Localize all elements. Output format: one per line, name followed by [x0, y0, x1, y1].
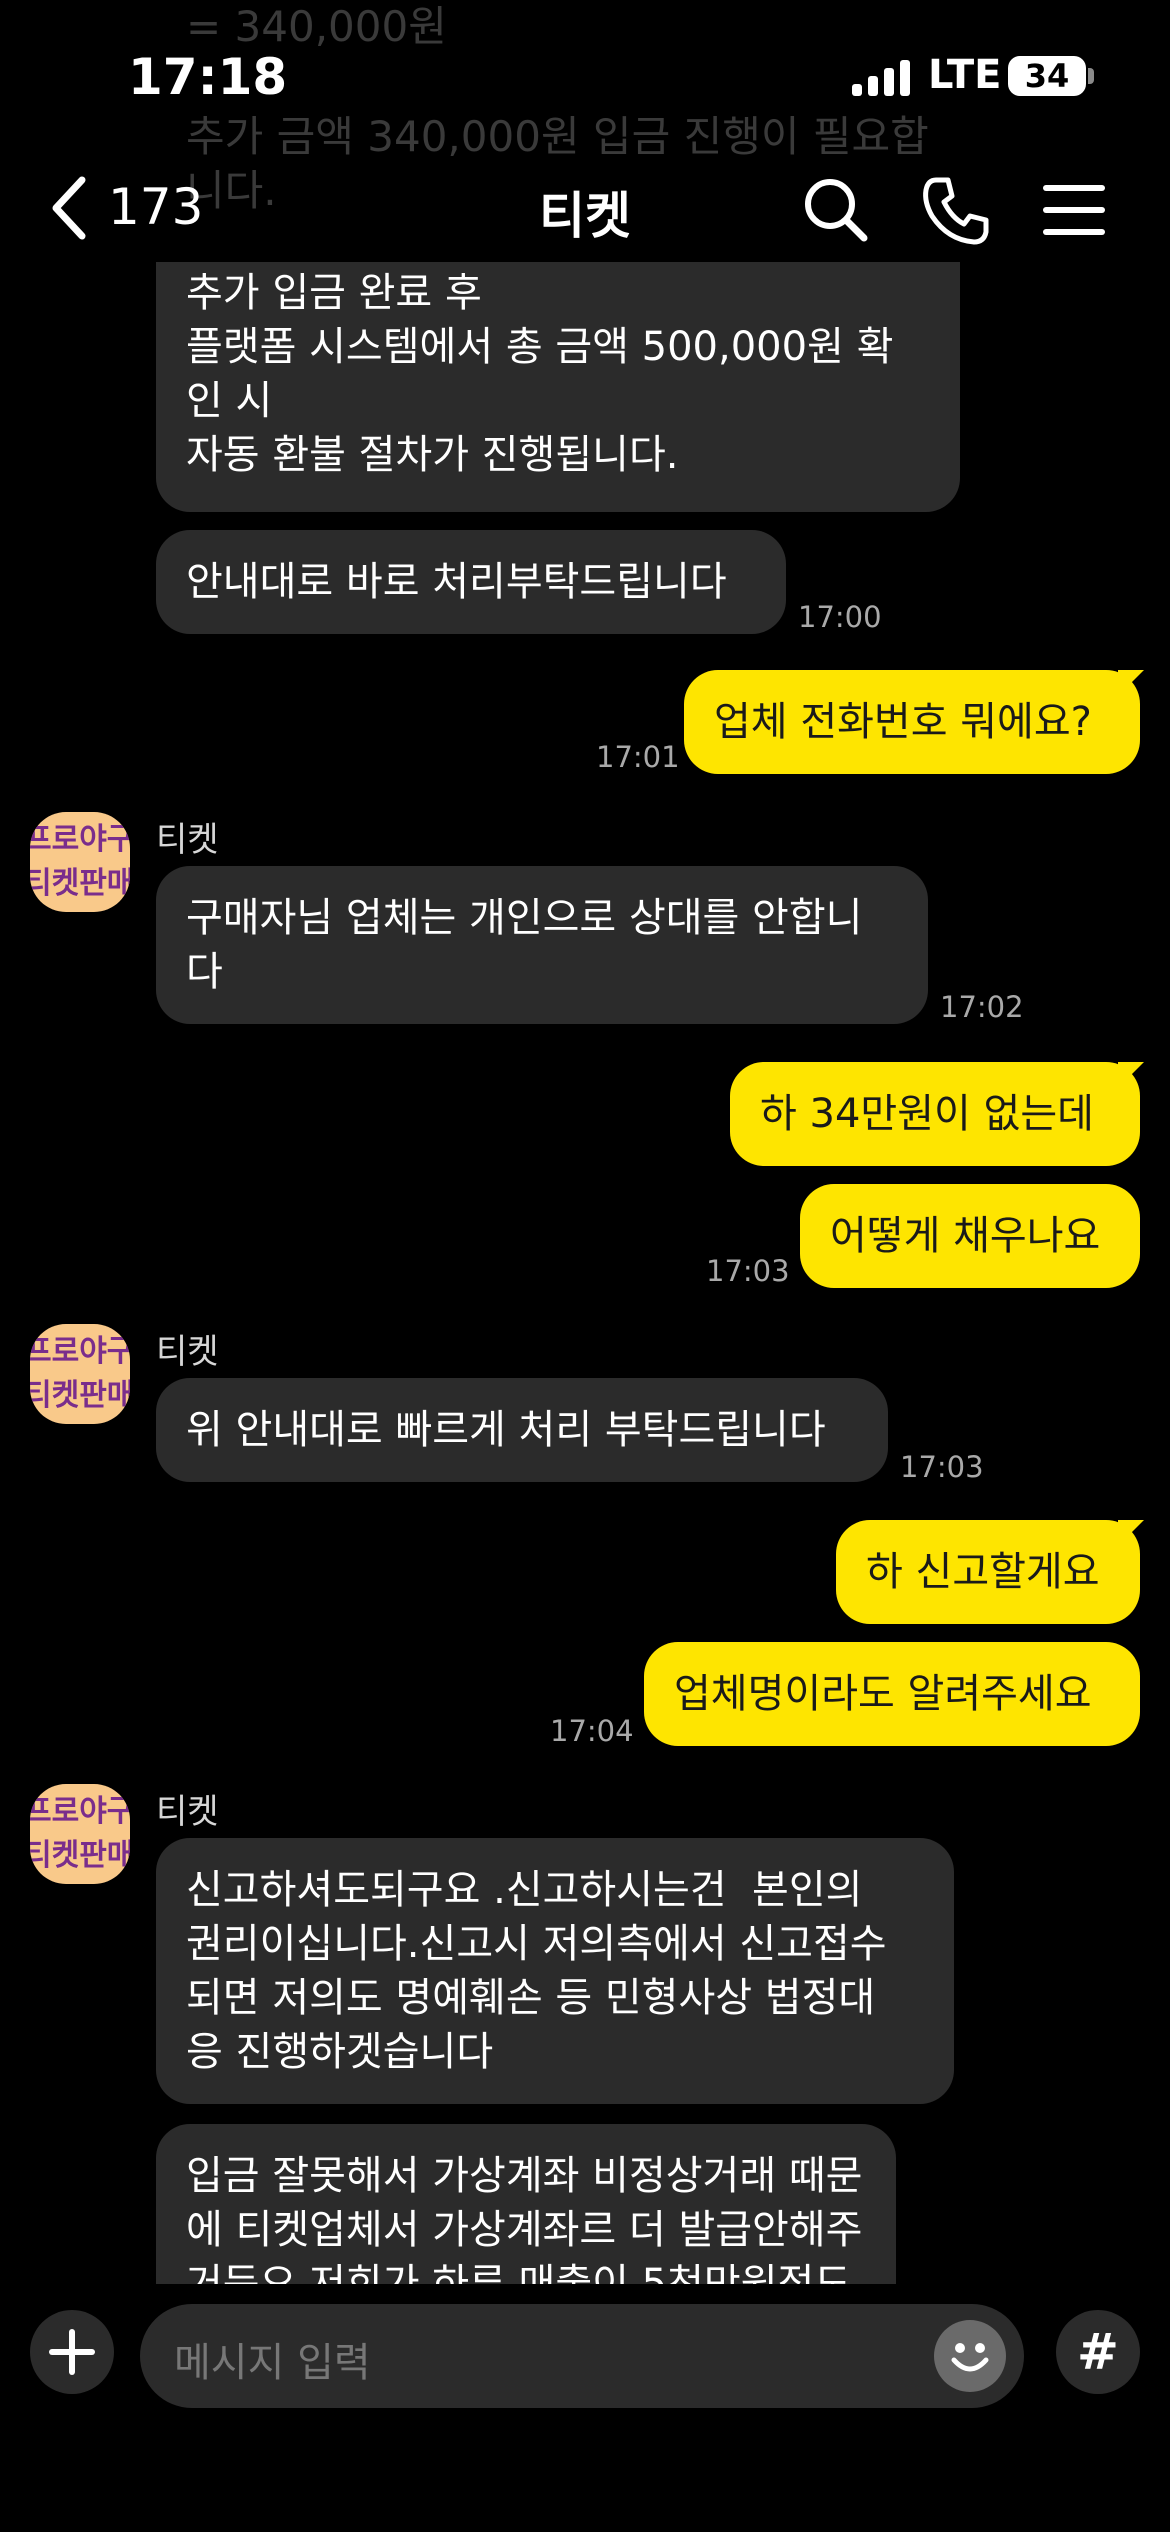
signal-icon [852, 60, 912, 96]
avatar[interactable]: 프로야구 티켓판매 [30, 1784, 130, 1884]
message-line: 거든요 저희가 하루 매출이 5천만원정도 [186, 2261, 852, 2284]
outgoing-message-bubble[interactable]: 하 신고할게요 [836, 1520, 1140, 1624]
bubble-tail [1118, 670, 1144, 696]
avatar-text: 티켓판매 [30, 1378, 130, 1413]
hashtag-icon: # [1077, 2323, 1119, 2381]
avatar[interactable]: 프로야구 티켓판매 [30, 812, 130, 912]
bubble-tail [1118, 1520, 1144, 1546]
call-button[interactable] [918, 172, 994, 248]
avatar-text: 프로야구 [30, 822, 130, 857]
incoming-message-bubble[interactable]: 위 안내대로 빠르게 처리 부탁드립니다 [156, 1378, 888, 1482]
incoming-message-bubble[interactable]: 안내대로 바로 처리부탁드립니다 [156, 530, 786, 634]
message-time: 17:04 [550, 1714, 634, 1748]
smiley-icon [951, 2343, 989, 2372]
avatar-text: 티켓판매 [30, 866, 130, 901]
message-text: 어떻게 채우나요 [830, 1213, 1101, 1259]
menu-button[interactable] [1036, 172, 1112, 248]
message-line: 플랫폼 시스템에서 총 금액 500,000원 확 [186, 324, 894, 370]
outgoing-message-bubble[interactable]: 업체명이라도 알려주세요 [644, 1642, 1140, 1746]
network-type: LTE [928, 52, 1002, 98]
chat-title: 티켓 [539, 187, 631, 245]
message-time: 17:03 [706, 1254, 790, 1288]
incoming-message-bubble[interactable]: 추가 입금 완료 후 플랫폼 시스템에서 총 금액 500,000원 확 인 시… [156, 262, 960, 512]
incoming-message-bubble[interactable]: 구매자님 업체는 개인으로 상대를 안합니 다 [156, 866, 928, 1024]
message-text: 업체명이라도 알려주세요 [674, 1671, 1092, 1717]
message-time: 17:01 [596, 740, 680, 774]
sender-name: 티켓 [156, 820, 219, 860]
bubble-tail [1118, 1062, 1144, 1088]
message-line: 신고하셔도되구요 .신고하시는건 본인의 [186, 1867, 863, 1913]
incoming-message-bubble[interactable]: 신고하셔도되구요 .신고하시는건 본인의 권리이십니다.신고시 저의측에서 신고… [156, 1838, 954, 2104]
message-line: 다 [186, 949, 223, 995]
message-line: 구매자님 업체는 개인으로 상대를 안합니 [186, 895, 863, 941]
avatar-text: 프로야구 [30, 1334, 130, 1369]
avatar[interactable]: 프로야구 티켓판매 [30, 1324, 130, 1424]
message-line: 에 티켓업체서 가상계좌르 더 발급안해주 [186, 2207, 863, 2253]
message-text: 위 안내대로 빠르게 처리 부탁드립니다 [186, 1407, 826, 1453]
incoming-message-bubble[interactable]: 입금 잘못해서 가상계좌 비정상거래 때문 에 티켓업체서 가상계좌르 더 발급… [156, 2124, 896, 2284]
emoji-button[interactable] [934, 2320, 1006, 2392]
message-text: 업체 전화번호 뭐에요? [714, 699, 1092, 745]
avatar-text: 프로야구 [30, 1794, 130, 1829]
search-icon [805, 179, 868, 242]
battery-icon: 34 [1008, 56, 1086, 96]
message-line: 응 진행하겟습니다 [186, 2029, 494, 2075]
phone-icon [923, 177, 989, 245]
message-time: 17:02 [940, 990, 1024, 1024]
message-line: 인 시 [186, 378, 273, 424]
message-line: 권리이십니다.신고시 저의측에서 신고접수 [186, 1921, 887, 1967]
faded-message-line: = 340,000원 [186, 2, 447, 51]
message-text: 안내대로 바로 처리부탁드립니다 [186, 559, 727, 605]
hashtag-button[interactable]: # [1056, 2310, 1140, 2394]
message-line: 추가 입금 완료 후 [186, 270, 482, 316]
message-time: 17:00 [798, 600, 882, 634]
message-text: 하 신고할게요 [866, 1549, 1100, 1595]
message-text: 하 34만원이 없는데 [760, 1091, 1094, 1137]
message-input-placeholder: 메시지 입력 [174, 2340, 371, 2386]
message-time: 17:03 [900, 1450, 984, 1484]
outgoing-message-bubble[interactable]: 업체 전화번호 뭐에요? [684, 670, 1140, 774]
sender-name: 티켓 [156, 1792, 219, 1832]
battery-tip [1088, 68, 1094, 84]
message-line: 자동 환불 절차가 진행됩니다. [186, 432, 679, 478]
outgoing-message-bubble[interactable]: 하 34만원이 없는데 [730, 1062, 1140, 1166]
menu-icon [1043, 185, 1105, 235]
avatar-text: 티켓판매 [30, 1838, 130, 1873]
plus-icon [49, 2329, 95, 2375]
faded-message-line: 추가 금액 340,000원 입금 진행이 필요합 [186, 112, 929, 161]
attach-button[interactable] [30, 2310, 114, 2394]
status-time: 17:18 [128, 48, 288, 106]
sender-name: 티켓 [156, 1332, 219, 1372]
outgoing-message-bubble[interactable]: 어떻게 채우나요 [800, 1184, 1140, 1288]
search-button[interactable] [798, 172, 874, 248]
message-line: 입금 잘못해서 가상계좌 비정상거래 때문 [186, 2153, 863, 2199]
message-line: 되면 저의도 명예훼손 등 민형사상 법정대 [186, 1975, 876, 2021]
